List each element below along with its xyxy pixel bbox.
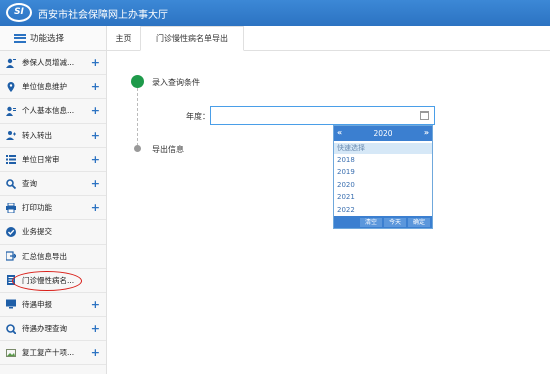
sidebar-item-unit-info[interactable]: 单位信息维护 + (0, 75, 106, 100)
sidebar-item-label: 单位信息维护 (22, 82, 67, 92)
tab-bar: 主页 门诊慢性病名单导出 (107, 26, 550, 51)
red-circle-annotation (12, 270, 82, 291)
quick-select-label: 快速选择 (334, 143, 432, 154)
step-1-label: 录入查询条件 (152, 78, 200, 87)
today-button[interactable]: 今天 (384, 217, 406, 227)
sidebar-item-benefit-declare[interactable]: 待遇申报 + (0, 293, 106, 318)
image-icon (5, 347, 16, 358)
sidebar-item-label: 业务提交 (22, 227, 52, 237)
year-picker: « 2020 » 快速选择 2018 2019 2020 2021 2022 清… (333, 125, 433, 229)
sidebar-item-benefit-query[interactable]: 待遇办理查询 + (0, 317, 106, 342)
search-doc-icon (5, 323, 16, 334)
expand-plus-icon[interactable]: + (91, 298, 100, 311)
sidebar-item-label: 转入转出 (22, 130, 52, 140)
search-icon (5, 178, 16, 189)
step-2-dot (134, 145, 141, 152)
tab-home[interactable]: 主页 (107, 26, 140, 51)
year-picker-footer: 清空 今天 确定 (334, 216, 432, 228)
top-header: SI 西安市社会保障网上办事大厅 (0, 0, 550, 26)
function-select-header[interactable]: 功能选择 (0, 26, 106, 51)
sidebar-item-label: 单位日常审 (22, 154, 60, 164)
sidebar-item-print[interactable]: 打印功能 + (0, 196, 106, 221)
monitor-icon (5, 299, 16, 310)
sidebar-item-insured-change[interactable]: 参保人员增减... + (0, 51, 106, 76)
check-circle-icon (5, 226, 16, 237)
expand-plus-icon[interactable]: + (91, 153, 100, 166)
expand-plus-icon[interactable]: + (91, 80, 100, 93)
sidebar-item-label: 参保人员增减... (22, 58, 75, 68)
expand-plus-icon[interactable]: + (91, 322, 100, 335)
sidebar-item-personal-info[interactable]: 个人基本信息... + (0, 99, 106, 124)
year-picker-header: « 2020 » (334, 126, 432, 141)
si-logo: SI (6, 3, 32, 22)
sidebar-item-transfer[interactable]: 转入转出 + (0, 124, 106, 148)
picker-current-year[interactable]: 2020 (334, 129, 432, 138)
year-input[interactable] (210, 106, 435, 125)
sidebar-item-resume-work[interactable]: 复工复产十项... + (0, 341, 106, 366)
expand-plus-icon[interactable]: + (91, 201, 100, 214)
sidebar-item-label: 查询 (22, 179, 37, 189)
step-connector-line (137, 88, 138, 146)
menu-icon (14, 33, 26, 43)
id-card-icon (5, 105, 16, 116)
sidebar-item-label: 个人基本信息... (22, 106, 75, 116)
sidebar-item-submit[interactable]: 业务提交 (0, 220, 106, 245)
step-2-label: 导出信息 (152, 145, 184, 154)
year-option-2018[interactable]: 2018 (334, 154, 432, 166)
location-icon (5, 81, 16, 92)
sidebar-item-label: 待遇办理查询 (22, 324, 67, 334)
calendar-icon[interactable] (420, 111, 429, 120)
year-option-2022[interactable]: 2022 (334, 204, 432, 216)
site-title: 西安市社会保障网上办事大厅 (38, 10, 168, 21)
sidebar-item-label: 汇总信息导出 (22, 251, 67, 261)
sidebar-item-query[interactable]: 查询 + (0, 172, 106, 197)
confirm-button[interactable]: 确定 (408, 217, 430, 227)
function-select-label: 功能选择 (30, 34, 65, 44)
next-year-icon[interactable]: » (424, 128, 429, 137)
clear-button[interactable]: 清空 (360, 217, 382, 227)
year-option-2021[interactable]: 2021 (334, 191, 432, 203)
sidebar: 功能选择 参保人员增减... + 单位信息维护 + 个人基本信息... + 转入… (0, 26, 107, 374)
expand-plus-icon[interactable]: + (91, 104, 100, 117)
expand-plus-icon[interactable]: + (91, 346, 100, 359)
expand-plus-icon[interactable]: + (91, 129, 100, 142)
expand-plus-icon[interactable]: + (91, 177, 100, 190)
sidebar-item-label: 待遇申报 (22, 299, 52, 309)
sidebar-item-summary-export[interactable]: 汇总信息导出 (0, 245, 106, 269)
step-1-dot (131, 75, 144, 88)
print-icon (5, 202, 16, 213)
sidebar-item-label: 打印功能 (22, 203, 52, 213)
year-label: 年度： (186, 112, 210, 121)
tab-chronic-disease-export[interactable]: 门诊慢性病名单导出 (140, 26, 244, 51)
expand-plus-icon[interactable]: + (91, 56, 100, 69)
sidebar-item-chronic-disease-list[interactable]: 门诊慢性病名... (0, 269, 106, 293)
export-icon (5, 251, 16, 262)
transfer-icon (5, 130, 16, 141)
sidebar-item-daily-review[interactable]: 单位日常审 + (0, 148, 106, 172)
user-add-icon (5, 57, 16, 68)
sidebar-item-label: 复工复产十项... (22, 348, 75, 358)
list-icon (5, 154, 16, 165)
year-option-2020[interactable]: 2020 (334, 179, 432, 191)
year-option-2019[interactable]: 2019 (334, 166, 432, 178)
